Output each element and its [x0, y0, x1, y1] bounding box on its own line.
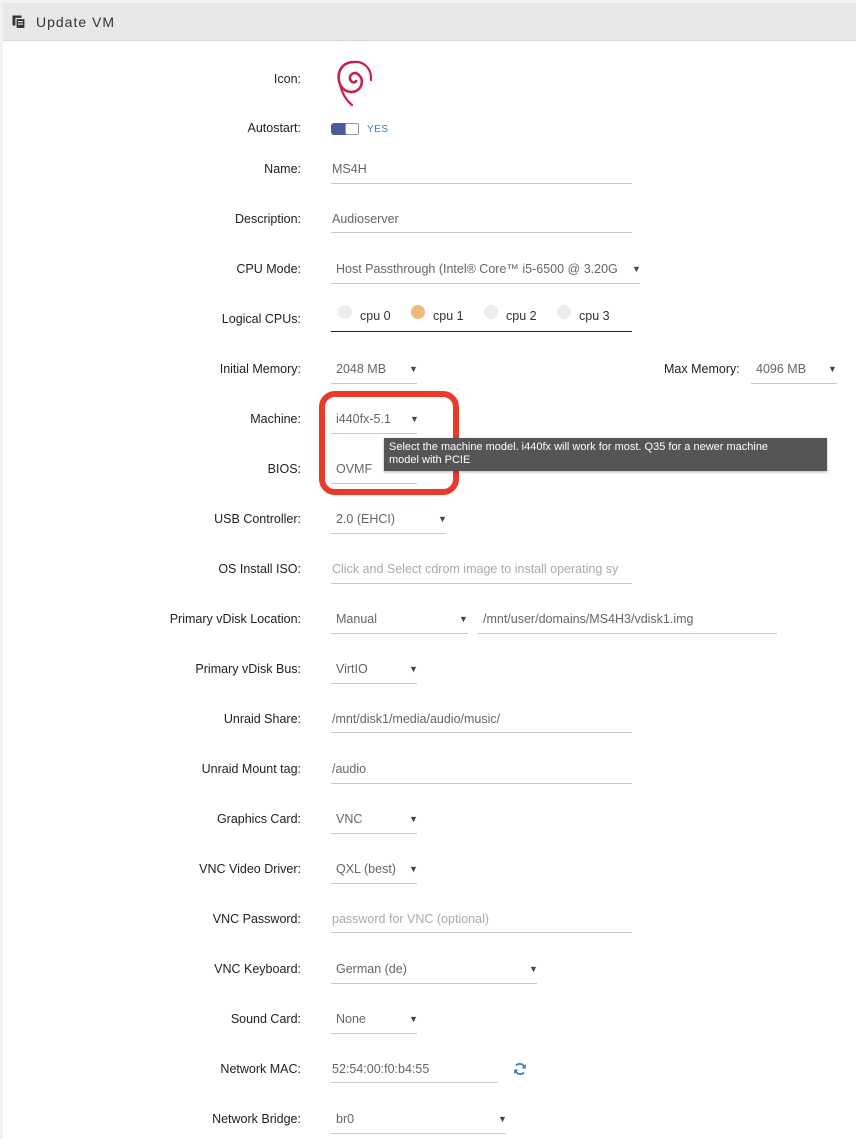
chevron-down-icon[interactable]: ▼ [409, 664, 418, 674]
description-input[interactable]: Audioserver [332, 212, 399, 226]
chevron-down-icon[interactable]: ▼ [438, 514, 447, 524]
network-bridge-underline [331, 1133, 506, 1134]
sound-card-select[interactable]: None [336, 1012, 366, 1026]
icon-label: Icon: [273, 72, 301, 86]
logical-cpus-label: Logical CPUs: [221, 312, 301, 326]
chevron-down-icon[interactable]: ▼ [529, 964, 538, 974]
cpu-1-checkbox[interactable] [411, 305, 425, 319]
network-bridge-select[interactable]: br0 [336, 1112, 354, 1126]
network-mac-underline [331, 1082, 498, 1083]
vdisk-location-underline [331, 633, 468, 634]
mount-tag-label: Unraid Mount tag: [201, 762, 301, 776]
cpu-mode-select[interactable]: Host Passthrough (Intel® Core™ i5-6500 @… [336, 262, 632, 276]
chevron-down-icon[interactable]: ▼ [459, 614, 468, 624]
machine-label: Machine: [250, 412, 301, 426]
logical-cpus-underline [331, 331, 632, 332]
autostart-toggle-knob[interactable] [345, 123, 359, 135]
graphics-card-label: Graphics Card: [216, 812, 301, 826]
vnc-driver-select[interactable]: QXL (best) [336, 862, 396, 876]
graphics-card-select[interactable]: VNC [336, 812, 362, 826]
chevron-down-icon[interactable]: ▼ [409, 364, 418, 374]
cpu-0-checkbox[interactable] [338, 305, 352, 319]
vnc-keyboard-select[interactable]: German (de) [336, 962, 407, 976]
refresh-icon[interactable] [513, 1062, 527, 1076]
name-input[interactable]: MS4H [332, 162, 367, 176]
chevron-down-icon[interactable]: ▼ [498, 1114, 507, 1124]
unraid-share-label: Unraid Share: [223, 712, 301, 726]
os-iso-input[interactable]: Click and Select cdrom image to install … [332, 562, 632, 576]
description-label: Description: [235, 212, 301, 226]
os-iso-underline [331, 583, 632, 584]
max-memory-label: Max Memory: [664, 362, 740, 376]
network-bridge-label: Network Bridge: [212, 1112, 301, 1126]
autostart-state: YES [367, 124, 389, 135]
chevron-down-icon[interactable]: ▼ [409, 814, 418, 824]
chevron-down-icon[interactable]: ▼ [409, 864, 418, 874]
vnc-driver-label: VNC Video Driver: [199, 862, 301, 876]
panel-header: Update VM [3, 3, 856, 41]
vnc-password-label: VNC Password: [212, 912, 301, 926]
cpu-1-label: cpu 1 [433, 309, 464, 323]
vdisk-location-label: Primary vDisk Location: [169, 612, 301, 626]
initial-memory-select[interactable]: 2048 MB [336, 362, 386, 376]
sound-card-label: Sound Card: [230, 1012, 301, 1026]
usb-controller-underline [331, 533, 446, 534]
vdisk-path-input[interactable]: /mnt/user/domains/MS4H3/vdisk1.img [483, 612, 694, 626]
mount-tag-input[interactable]: /audio [332, 762, 366, 776]
cpu-3-label: cpu 3 [579, 309, 610, 323]
vdisk-bus-select[interactable]: VirtIO [336, 662, 368, 676]
copy-icon [12, 15, 26, 29]
cpu-3-checkbox[interactable] [557, 305, 571, 319]
description-input-underline [331, 232, 632, 233]
chevron-down-icon[interactable]: ▼ [409, 1014, 418, 1024]
cpu-mode-label: CPU Mode: [236, 262, 301, 276]
chevron-down-icon[interactable]: ▼ [632, 264, 641, 274]
vnc-keyboard-label: VNC Keyboard: [214, 962, 301, 976]
vnc-keyboard-underline [331, 983, 537, 984]
name-label: Name: [264, 162, 301, 176]
debian-swirl-icon[interactable] [332, 56, 378, 108]
cpu-2-checkbox[interactable] [484, 305, 498, 319]
machine-tooltip-line-1: Select the machine model. i440fx will wo… [389, 441, 769, 453]
vnc-password-input[interactable]: password for VNC (optional) [332, 912, 489, 926]
cpu-2-label: cpu 2 [506, 309, 537, 323]
vnc-password-underline [331, 932, 632, 933]
vdisk-bus-underline [331, 683, 417, 684]
machine-tooltip-line-2: model with PCIE [389, 454, 471, 466]
bios-label: BIOS: [267, 462, 301, 476]
vnc-driver-underline [331, 883, 417, 884]
graphics-card-underline [331, 833, 417, 834]
max-memory-select[interactable]: 4096 MB [756, 362, 806, 376]
mount-tag-underline [331, 783, 632, 784]
unraid-share-input[interactable]: /mnt/disk1/media/audio/music/ [332, 712, 500, 726]
network-mac-label: Network MAC: [220, 1062, 301, 1076]
sound-card-underline [331, 1033, 417, 1034]
chevron-down-icon[interactable]: ▼ [828, 364, 837, 374]
cpu-0-label: cpu 0 [360, 309, 391, 323]
usb-controller-select[interactable]: 2.0 (EHCI) [336, 512, 395, 526]
usb-controller-label: USB Controller: [214, 512, 301, 526]
vdisk-bus-label: Primary vDisk Bus: [195, 662, 301, 676]
unraid-share-underline [331, 732, 632, 733]
autostart-label: Autostart: [247, 121, 302, 135]
initial-memory-underline [331, 383, 417, 384]
machine-tooltip: Select the machine model. i440fx will wo… [384, 438, 827, 471]
vdisk-location-select[interactable]: Manual [336, 612, 377, 626]
os-iso-label: OS Install ISO: [218, 562, 301, 576]
network-mac-input[interactable]: 52:54:00:f0:b4:55 [332, 1062, 429, 1076]
name-input-underline [331, 183, 632, 184]
max-memory-underline [751, 383, 837, 384]
page-title: Update VM [36, 14, 116, 30]
initial-memory-label: Initial Memory: [219, 362, 301, 376]
vdisk-path-underline [478, 633, 777, 634]
cpu-mode-underline [331, 283, 640, 284]
